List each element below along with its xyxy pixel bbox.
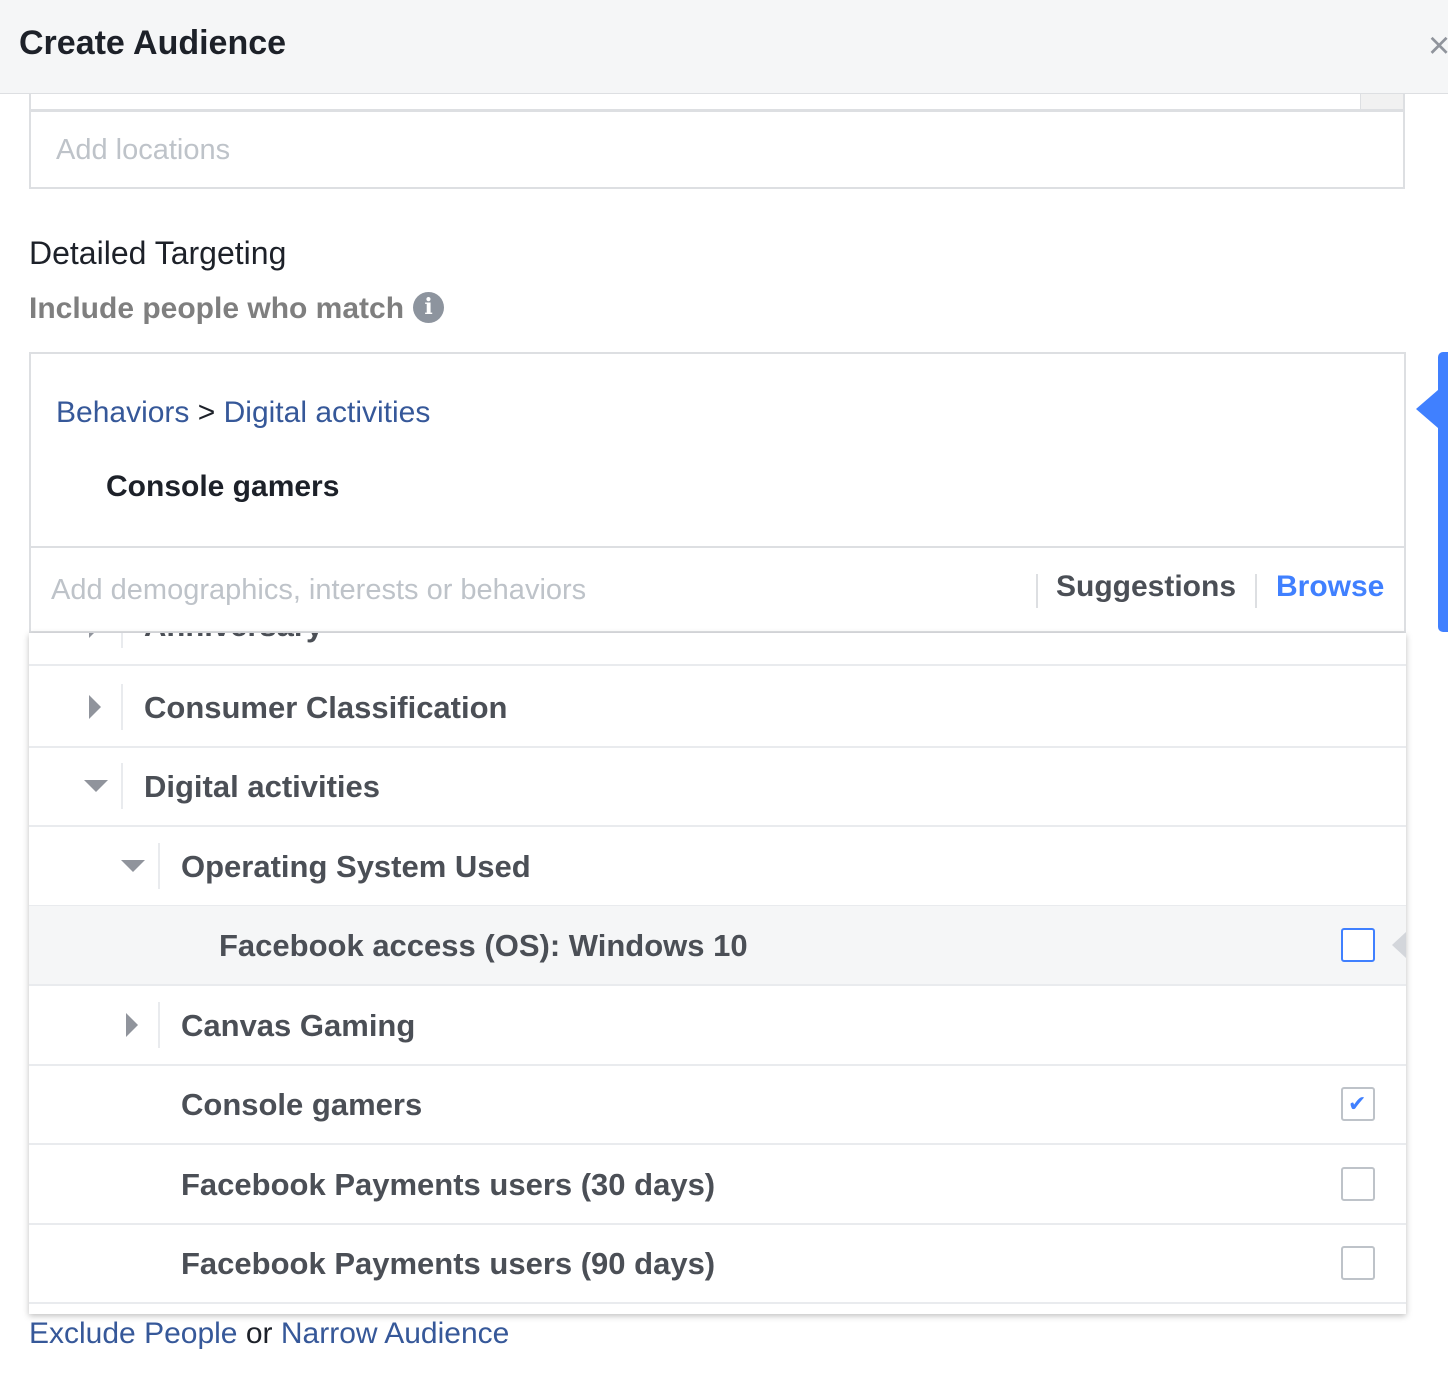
divider <box>121 684 123 730</box>
checkbox[interactable]: ✔ <box>1341 1087 1375 1121</box>
breadcrumb: Behaviors > Digital activities <box>56 396 430 430</box>
footer-links: Exclude People or Narrow Audience <box>29 1317 509 1351</box>
scrollbar[interactable] <box>1360 94 1403 109</box>
narrow-audience-link[interactable]: Narrow Audience <box>281 1317 509 1350</box>
list-item-payments-90-days[interactable]: Facebook Payments users (90 days) <box>29 1224 1406 1304</box>
list-item-label: Console gamers <box>181 1087 423 1122</box>
list-item-payments-30-days[interactable]: Facebook Payments users (30 days) <box>29 1145 1406 1225</box>
targeting-box: Behaviors > Digital activities Console g… <box>29 352 1406 633</box>
divider <box>121 763 123 809</box>
location-input[interactable]: Add locations <box>29 110 1405 189</box>
list-item-consumer-classification[interactable]: Consumer Classification <box>29 668 1406 748</box>
list-item-windows-10[interactable]: Facebook access (OS): Windows 10 <box>29 906 1406 986</box>
divider <box>1255 574 1257 608</box>
targeting-search-input[interactable]: Add demographics, interests or behaviors <box>51 574 586 607</box>
list-item-label: Operating System Used <box>181 849 531 884</box>
collapse-arrow-icon[interactable] <box>84 780 108 792</box>
footer-or-text: or <box>245 1317 273 1350</box>
checkbox[interactable] <box>1341 1167 1375 1201</box>
dialog-title: Create Audience <box>19 24 287 62</box>
list-item-label: Canvas Gaming <box>181 1008 416 1043</box>
side-panel-tab[interactable] <box>1438 352 1448 632</box>
expand-arrow-icon[interactable] <box>89 633 101 638</box>
selected-targeting-item[interactable]: Console gamers <box>106 470 339 504</box>
info-icon[interactable]: i <box>413 292 444 323</box>
targeting-search-row: Add demographics, interests or behaviors… <box>31 546 1404 631</box>
breadcrumb-behaviors-link[interactable]: Behaviors <box>56 396 189 429</box>
browse-button[interactable]: Browse <box>1276 570 1384 604</box>
list-item-anniversary[interactable]: Anniversary <box>29 633 1406 666</box>
list-item-label: Consumer Classification <box>144 690 508 725</box>
list-item-operating-system-used[interactable]: Operating System Used <box>29 827 1406 907</box>
section-title: Detailed Targeting <box>29 235 287 271</box>
list-item-label: Digital activities <box>144 769 381 804</box>
expand-arrow-icon[interactable] <box>89 695 101 719</box>
checkbox[interactable] <box>1341 928 1375 962</box>
row-pointer-icon <box>1392 932 1406 958</box>
list-item-console-gamers[interactable]: Console gamers ✔ <box>29 1065 1406 1145</box>
list-item-label: Anniversary <box>144 633 323 644</box>
suggestions-button[interactable]: Suggestions <box>1056 570 1236 604</box>
divider <box>158 1002 160 1048</box>
checkbox[interactable] <box>1341 1246 1375 1280</box>
close-icon[interactable]: × <box>1428 26 1448 66</box>
browse-dropdown: Anniversary Consumer Classification Digi… <box>29 633 1406 1314</box>
divider <box>1036 574 1038 608</box>
dialog-header: Create Audience × <box>0 0 1448 94</box>
exclude-people-link[interactable]: Exclude People <box>29 1317 237 1350</box>
expand-arrow-icon[interactable] <box>126 1013 138 1037</box>
collapse-arrow-icon[interactable] <box>121 860 145 872</box>
pointer-arrow-icon <box>1416 390 1438 428</box>
checkmark-icon: ✔ <box>1348 1091 1367 1116</box>
list-item-digital-activities[interactable]: Digital activities <box>29 747 1406 827</box>
breadcrumb-digital-activities-link[interactable]: Digital activities <box>224 396 431 429</box>
list-item-label: Facebook Payments users (90 days) <box>181 1246 716 1281</box>
list-item-label: Facebook access (OS): Windows 10 <box>219 928 748 963</box>
breadcrumb-separator: > <box>197 396 216 429</box>
list-item-canvas-gaming[interactable]: Canvas Gaming <box>29 986 1406 1066</box>
section-subtitle: Include people who match <box>29 292 405 325</box>
list-item-label: Facebook Payments users (30 days) <box>181 1167 716 1202</box>
location-list-box <box>29 94 1405 111</box>
divider <box>158 843 160 889</box>
divider <box>121 633 123 648</box>
location-input-placeholder: Add locations <box>56 134 231 166</box>
